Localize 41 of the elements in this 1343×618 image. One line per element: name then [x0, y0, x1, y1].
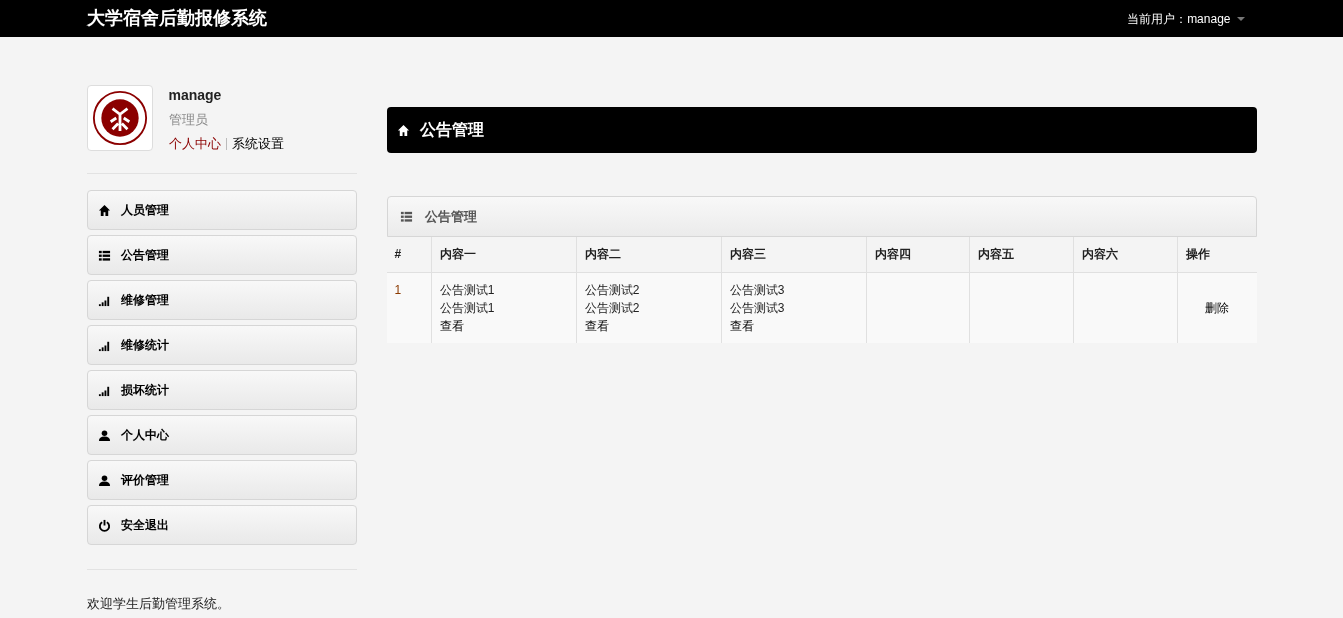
list-icon [399, 210, 413, 223]
column-header: 操作 [1177, 237, 1257, 272]
table-cell-text: 公告测试1 公告测试1 [439, 281, 496, 317]
column-header: 内容五 [969, 237, 1074, 272]
row-number: 1 [386, 272, 432, 343]
user-menu[interactable]: 当前用户：manage [1127, 9, 1257, 28]
column-header: 内容四 [866, 237, 970, 272]
view-link[interactable]: 查看 [584, 318, 609, 333]
column-header: 内容二 [576, 237, 722, 272]
column-header: # [386, 237, 432, 272]
sidebar-item[interactable]: 安全退出 [86, 505, 357, 545]
panel-title: 公告管理 [424, 207, 477, 226]
university-emblem-icon [86, 85, 153, 151]
sidebar-item[interactable]: 损坏统计 [86, 370, 357, 410]
delete-button[interactable]: 删除 [1205, 298, 1230, 317]
app-title: 大学宿舍后勤报修系统 [86, 7, 267, 30]
column-header: 内容一 [431, 237, 577, 272]
sidebar-item[interactable]: 公告管理 [86, 235, 357, 275]
sidebar-item[interactable]: 人员管理 [86, 190, 357, 230]
column-header: 内容三 [721, 237, 867, 272]
user-icon [97, 428, 111, 442]
user-role: 管理员 [168, 111, 209, 129]
sidebar-item[interactable]: 评价管理 [86, 460, 357, 500]
home-icon [97, 203, 111, 217]
welcome-text: 欢迎学生后勤管理系统。 [86, 595, 231, 613]
view-link[interactable]: 查看 [439, 318, 464, 333]
sidebar-item[interactable]: 维修统计 [86, 325, 357, 365]
sidebar-item[interactable]: 维修管理 [86, 280, 357, 320]
page-title: 公告管理 [419, 120, 484, 140]
view-link[interactable]: 查看 [729, 318, 754, 333]
sidebar-item[interactable]: 个人中心 [86, 415, 357, 455]
profile-link[interactable]: 个人中心 [168, 135, 221, 151]
list-icon [97, 248, 111, 262]
username: manage [168, 86, 223, 105]
power-icon [97, 518, 111, 532]
home-icon [396, 123, 410, 137]
user-icon [97, 473, 111, 487]
column-header: 内容六 [1073, 237, 1178, 272]
table-cell-text: 公告测试2 公告测试2 [584, 281, 641, 317]
table-cell-text: 公告测试3 公告测试3 [729, 281, 786, 317]
profile-link[interactable]: 系统设置 [231, 135, 284, 151]
